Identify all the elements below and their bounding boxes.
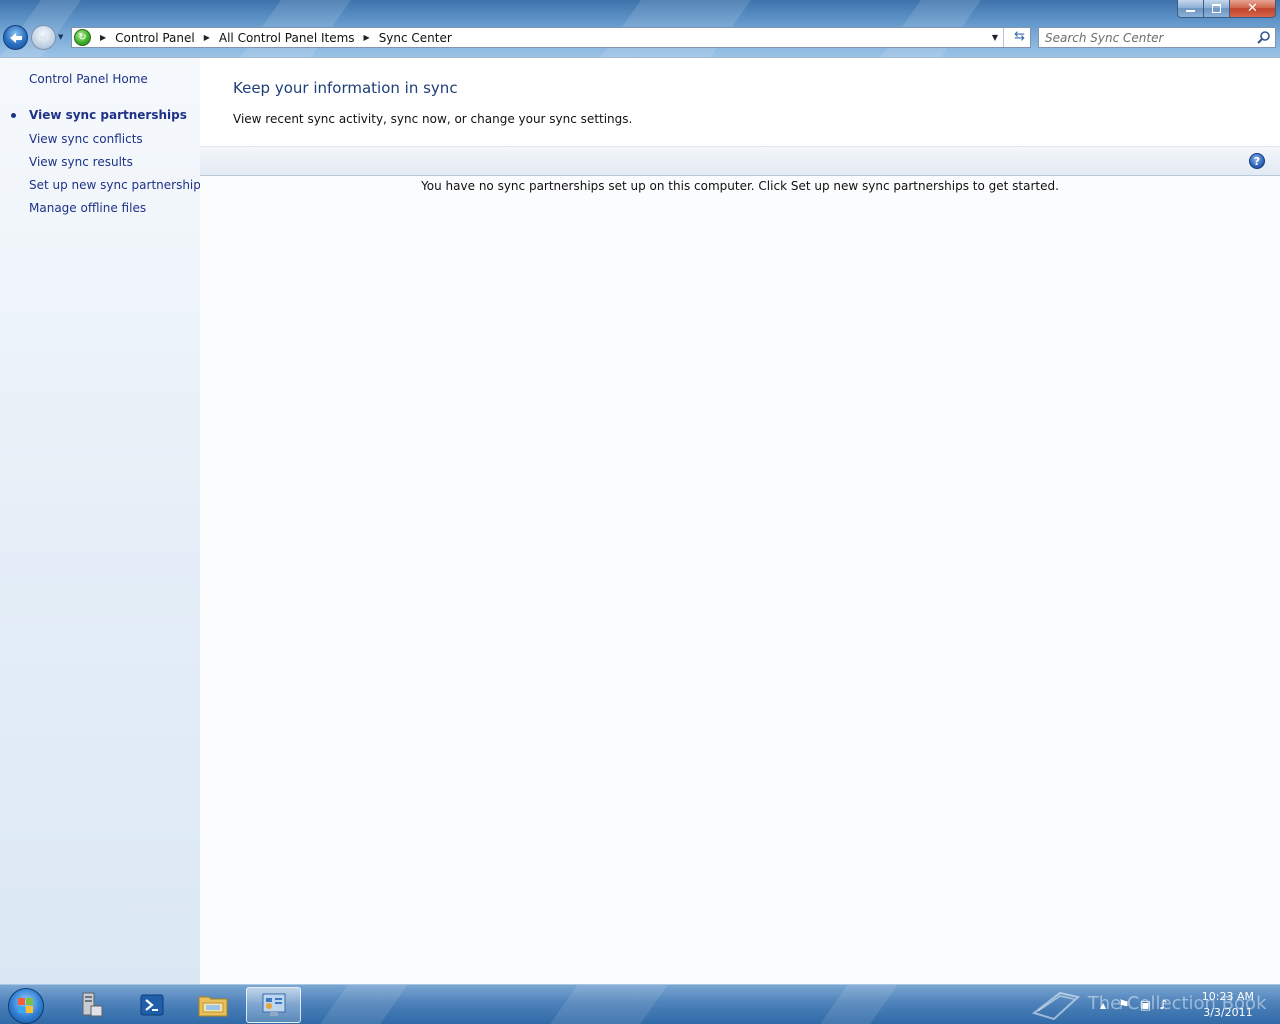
chevron-down-icon: ▼ <box>58 33 64 41</box>
glass-streak <box>808 985 902 1024</box>
help-icon: ? <box>1253 154 1261 168</box>
sidebar-item-view-sync-partnerships[interactable]: View sync partnerships <box>29 108 187 122</box>
back-button[interactable] <box>3 25 28 50</box>
address-divider <box>1003 28 1004 47</box>
minimize-icon <box>1186 10 1195 12</box>
page-description: View recent sync activity, sync now, or … <box>233 112 633 126</box>
content-pane: Keep your information in sync View recen… <box>200 57 1280 984</box>
server-manager-icon <box>82 992 102 1017</box>
page-title: Keep your information in sync <box>233 79 458 97</box>
minimize-button[interactable] <box>1177 0 1204 18</box>
control-panel-home-link[interactable]: Control Panel Home <box>29 72 148 86</box>
close-button[interactable]: ✕ <box>1230 0 1276 18</box>
sidebar-item-view-sync-conflicts[interactable]: View sync conflicts <box>29 132 143 146</box>
chevron-down-icon: ▼ <box>991 33 998 42</box>
restore-button[interactable] <box>1204 0 1230 18</box>
breadcrumb-sync-center[interactable]: Sync Center <box>379 31 452 45</box>
network-icon[interactable]: ▣ <box>1140 998 1151 1012</box>
volume-icon[interactable]: ♪ <box>1159 998 1167 1013</box>
sidebar-item-manage-offline-files[interactable]: Manage offline files <box>29 201 146 215</box>
search-icon[interactable] <box>1256 30 1271 45</box>
arrow-left-icon <box>9 32 22 43</box>
taskbar-powershell[interactable] <box>124 987 179 1023</box>
refresh-button[interactable]: ⇆ <box>1014 29 1025 44</box>
task-pane: Control Panel Home View sync partnership… <box>0 57 207 984</box>
header-panel: Keep your information in sync View recen… <box>200 58 1280 146</box>
system-clock[interactable]: 10:23 AM 3/3/2011 <box>1202 989 1254 1021</box>
selected-bullet-icon <box>11 113 16 118</box>
breadcrumb-separator-icon[interactable]: ▶ <box>100 33 106 42</box>
sidebar-item-view-sync-results[interactable]: View sync results <box>29 155 133 169</box>
search-input[interactable] <box>1042 29 1253 46</box>
clock-date: 3/3/2011 <box>1203 1006 1253 1019</box>
breadcrumb-separator-icon[interactable]: ▶ <box>204 33 210 42</box>
windows-explorer-icon <box>198 996 227 1017</box>
refresh-icon: ⇆ <box>1014 29 1025 44</box>
breadcrumb-separator-icon[interactable]: ▶ <box>364 33 370 42</box>
powershell-icon <box>140 994 163 1016</box>
restore-icon <box>1212 4 1221 13</box>
glass-streak <box>538 985 672 1024</box>
arrow-right-icon <box>37 32 50 43</box>
action-center-flag-icon[interactable]: ⚑ <box>1118 998 1130 1013</box>
forward-button[interactable] <box>31 25 56 50</box>
show-hidden-icons-button[interactable]: ▲ <box>1100 1001 1106 1010</box>
close-icon: ✕ <box>1247 1 1258 16</box>
command-bar: ? <box>200 146 1280 176</box>
control-panel-location-icon: ↻ <box>74 29 91 46</box>
sidebar-item-set-up-new-sync-partnerships[interactable]: Set up new sync partnerships <box>29 178 207 192</box>
breadcrumb-control-panel[interactable]: Control Panel <box>115 31 195 45</box>
start-button[interactable] <box>8 988 44 1024</box>
book-logo-icon <box>1031 991 1081 1021</box>
clock-time: 10:23 AM <box>1201 990 1254 1003</box>
glass-streak <box>308 985 412 1024</box>
notification-area: ▲ ⚑ ▣ ♪ <box>1100 985 1167 1024</box>
control-panel-icon <box>262 993 285 1016</box>
windows-logo-icon <box>18 998 34 1014</box>
address-bar[interactable]: ↻ ▶ Control Panel ▶ All Control Panel It… <box>71 27 1031 48</box>
breadcrumb-all-control-panel-items[interactable]: All Control Panel Items <box>219 31 355 45</box>
caption-buttons: ✕ <box>1177 0 1276 18</box>
recent-pages-dropdown[interactable]: ▼ <box>58 33 63 41</box>
taskbar-server-manager[interactable] <box>62 987 117 1023</box>
help-button[interactable]: ? <box>1249 153 1265 169</box>
empty-partnerships-message: You have no sync partnerships set up on … <box>421 179 1059 193</box>
window-frame: ✕ ▼ ↻ ▶ Control Panel ▶ All Control Pane… <box>0 0 1280 57</box>
search-box[interactable] <box>1038 27 1276 48</box>
taskbar-control-panel[interactable] <box>246 987 301 1023</box>
address-history-dropdown[interactable]: ▼ <box>992 28 998 47</box>
taskbar: The Collection Book ▲ ⚑ ▣ ♪ 10:23 AM 3/3… <box>0 984 1280 1024</box>
taskbar-windows-explorer[interactable] <box>185 987 240 1023</box>
